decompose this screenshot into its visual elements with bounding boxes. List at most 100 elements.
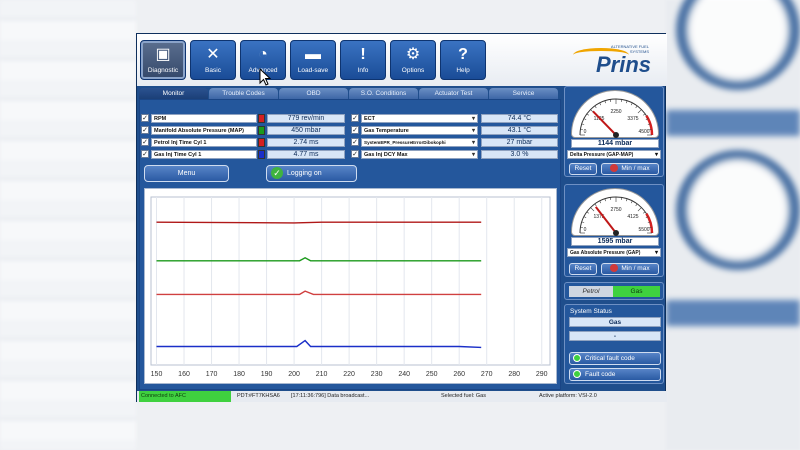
gauge-hub: [613, 230, 619, 236]
diagnostic-button[interactable]: ▣ Diagnostic: [140, 40, 186, 80]
status-led-icon: [573, 354, 581, 363]
x-tick-label: 200: [288, 371, 300, 378]
pdt-status: PDT:#FT7KHSA6: [237, 393, 280, 399]
param-label[interactable]: RPM: [151, 114, 257, 123]
series-line-1: [156, 221, 482, 224]
prins-logo: ALTERNATIVE FUEL SYSTEMS Prins: [573, 40, 653, 80]
log-status: [17:11:36:796] Data broadcast...: [291, 393, 370, 399]
gauge-tick-label: 2250: [610, 109, 621, 115]
param-label[interactable]: Manifold Absolute Pressure (MAP): [151, 126, 257, 135]
min-max-button[interactable]: Min / max: [601, 163, 659, 175]
load-save-button[interactable]: ▬ Load-save: [290, 40, 336, 80]
chevron-down-icon: ▾: [471, 152, 475, 158]
gauge-tick-label: 3375: [627, 116, 638, 122]
background-right: [666, 0, 800, 450]
min-max-button[interactable]: Min / max: [601, 263, 659, 275]
gauge-tick-label: 4125: [627, 214, 638, 220]
help-icon: ?: [458, 46, 468, 63]
param-label[interactable]: Gas Inj Time Cyl 1: [151, 150, 257, 159]
tab-trouble-codes[interactable]: Trouble Codes: [209, 88, 278, 99]
critical-fault-code-button[interactable]: Critical fault code: [569, 352, 661, 365]
color-swatch[interactable]: [258, 138, 265, 147]
gauge-tick: [586, 113, 590, 116]
fuel-petrol[interactable]: Petrol: [569, 286, 613, 297]
param-checkbox[interactable]: ✓: [351, 114, 359, 122]
tools-icon: ✕: [206, 46, 220, 63]
fuel-gas[interactable]: Gas: [613, 286, 660, 297]
x-tick-label: 150: [151, 371, 163, 378]
x-tick-label: 260: [453, 371, 465, 378]
system-status-value: Gas: [569, 317, 661, 327]
options-button[interactable]: ⚙ Options: [390, 40, 436, 80]
tab-service[interactable]: Service: [489, 88, 558, 99]
info-button[interactable]: ! Info: [340, 40, 386, 80]
gauge-tick-label: 2750: [610, 207, 621, 213]
color-swatch[interactable]: [258, 150, 265, 159]
chart-svg: 150 160 170 180 190 200 210 220 230 240 250 260 270 2…: [150, 196, 551, 378]
param-checkbox[interactable]: ✓: [141, 138, 149, 146]
menu-button[interactable]: Menu: [144, 165, 229, 182]
param-select[interactable]: ECT ▾: [361, 114, 478, 123]
param-checkbox[interactable]: ✓: [351, 126, 359, 134]
x-tick-label: 230: [371, 371, 383, 378]
gauge-tick: [626, 100, 628, 104]
param-value: 43.1 °C: [481, 126, 558, 135]
monitor-icon: ▣: [155, 46, 171, 63]
tab-monitor[interactable]: Monitor: [139, 88, 208, 99]
gauge-hub: [613, 132, 619, 138]
param-checkbox[interactable]: ✓: [141, 126, 149, 134]
gauge-dial: 27501375 41250 5500: [579, 196, 654, 236]
gauge-reading: 1144 mbar: [571, 139, 659, 148]
reset-button[interactable]: Reset: [569, 263, 597, 275]
monitor-panel: ✓ RPM 779 rev/min ✓ Manifold Absolute Pr…: [139, 99, 561, 390]
gear-icon: ⚙: [405, 46, 421, 63]
param-checkbox[interactable]: ✓: [141, 150, 149, 158]
param-value: 27 mbar: [481, 138, 558, 147]
gauge-select[interactable]: Gas Absolute Pressure (GAP) ▾: [567, 248, 661, 257]
minmax-icon: [610, 264, 619, 273]
gauge-tick: [604, 100, 606, 104]
fuel-status: Selected fuel: Gas: [441, 393, 486, 399]
param-checkbox[interactable]: ✓: [141, 114, 149, 122]
gauge-tick: [637, 109, 642, 114]
x-tick-label: 160: [178, 371, 190, 378]
tab-obd[interactable]: OBD: [279, 88, 348, 99]
x-tick-label: 280: [508, 371, 520, 378]
gauge-select[interactable]: Delta Pressure (GAP-MAP) ▾: [567, 150, 661, 159]
param-select[interactable]: Gas Inj DCY Max ▾: [361, 150, 478, 159]
gauge-tick: [599, 102, 602, 106]
gauge-tick-label: 0: [584, 227, 587, 233]
logging-button[interactable]: ✓ Logging on: [266, 165, 357, 182]
chevron-down-icon: ▾: [471, 116, 475, 122]
gauge-tick-label: 5500: [638, 227, 649, 233]
gauge-reading: 1595 mbar: [571, 237, 659, 246]
gauge-tick: [642, 211, 646, 214]
help-button[interactable]: ? Help: [440, 40, 486, 80]
minmax-icon: [610, 164, 619, 173]
x-tick-label: 240: [398, 371, 410, 378]
chevron-down-icon: ▾: [471, 140, 475, 146]
param-checkbox[interactable]: ✓: [351, 138, 359, 146]
gauge-dial: 22501125 33750 4500: [579, 98, 654, 138]
tab-actuator-test[interactable]: Actuator Test: [419, 88, 488, 99]
gauge-tick: [635, 203, 638, 207]
param-label[interactable]: Petrol Inj Time Cyl 1: [151, 138, 257, 147]
fault-code-button[interactable]: Fault code: [569, 368, 661, 381]
gauge-tick-label: 0: [584, 129, 587, 135]
fuel-switch[interactable]: Petrol Gas: [564, 282, 664, 300]
tab-so-conditions[interactable]: S.O. Conditions: [349, 88, 418, 99]
color-swatch[interactable]: [258, 114, 265, 123]
param-select[interactable]: SystemEPR_PressureErrorDibokophi ▾: [361, 138, 478, 147]
param-select[interactable]: Gas Temperature ▾: [361, 126, 478, 135]
gauge-tick: [599, 200, 602, 204]
param-value: 450 mbar: [267, 126, 345, 135]
system-status-title: System Status: [570, 308, 612, 315]
x-tick-label: 220: [343, 371, 355, 378]
reset-button[interactable]: Reset: [569, 163, 597, 175]
chevron-down-icon: ▾: [471, 128, 475, 134]
background-left: [0, 0, 136, 450]
param-checkbox[interactable]: ✓: [351, 150, 359, 158]
color-swatch[interactable]: [258, 126, 265, 135]
basic-button[interactable]: ✕ Basic: [190, 40, 236, 80]
background-gauge: [676, 150, 800, 270]
